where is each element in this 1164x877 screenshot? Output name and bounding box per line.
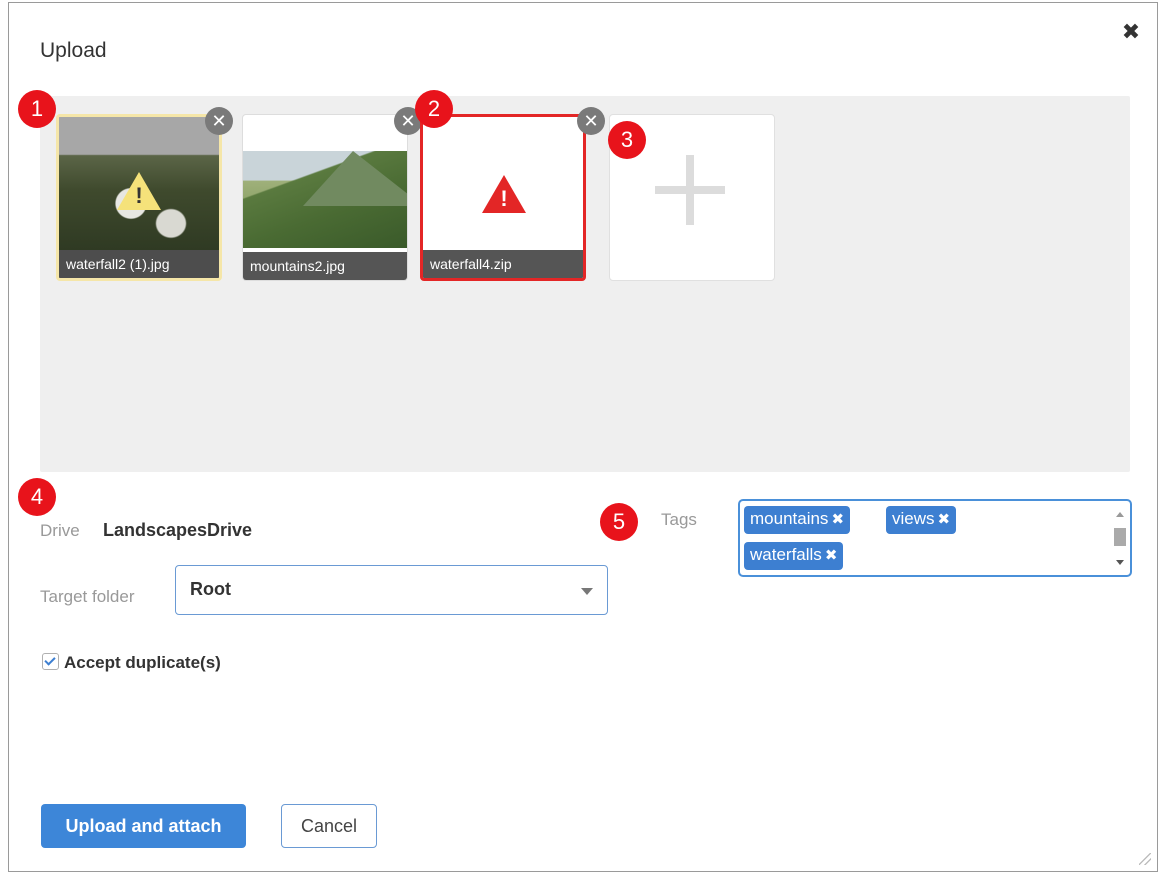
target-folder-label: Target folder bbox=[40, 587, 135, 606]
drive-label: Drive bbox=[40, 521, 80, 540]
file-dropzone[interactable]: ! waterfall2 (1).jpg ✕ mountains2.jpg ✕ … bbox=[40, 96, 1130, 472]
target-folder-value: Root bbox=[190, 579, 231, 599]
accept-duplicates-label: Accept duplicate(s) bbox=[64, 653, 221, 672]
accept-duplicates-row[interactable]: Accept duplicate(s) bbox=[42, 653, 221, 673]
file-tile-3[interactable]: ! waterfall4.zip bbox=[420, 114, 586, 281]
file-name: mountains2.jpg bbox=[243, 252, 407, 280]
cancel-button[interactable]: Cancel bbox=[281, 804, 377, 848]
tag-label: mountains bbox=[750, 509, 829, 528]
remove-file-button[interactable]: ✕ bbox=[205, 107, 233, 135]
mountain-peak bbox=[303, 151, 407, 206]
tag-label: waterfalls bbox=[750, 545, 822, 564]
drive-value: LandscapesDrive bbox=[103, 520, 253, 540]
target-folder-select[interactable]: Root bbox=[175, 565, 608, 615]
upload-dialog: Upload ✖ ! waterfall2 (1).jpg ✕ mountain… bbox=[8, 2, 1158, 872]
error-icon-mark: ! bbox=[500, 186, 508, 211]
scroll-up-icon[interactable] bbox=[1116, 512, 1124, 517]
upload-and-attach-button[interactable]: Upload and attach bbox=[41, 804, 246, 848]
tag-chip: mountains ✖ bbox=[744, 506, 851, 534]
dialog-title: Upload bbox=[40, 39, 107, 62]
file-tile-2[interactable]: mountains2.jpg bbox=[242, 114, 408, 281]
tag-chip: views ✖ bbox=[886, 506, 957, 534]
callout-marker-3: 3 bbox=[608, 121, 646, 159]
callout-marker-4: 4 bbox=[18, 478, 56, 516]
callout-marker-1: 1 bbox=[18, 90, 56, 128]
remove-file-button[interactable]: ✕ bbox=[577, 107, 605, 135]
file-tile-1[interactable]: ! waterfall2 (1).jpg bbox=[56, 114, 222, 281]
close-icon[interactable]: ✖ bbox=[1120, 21, 1142, 43]
callout-marker-5: 5 bbox=[600, 503, 638, 541]
tags-label: Tags bbox=[661, 510, 697, 529]
remove-tag-icon[interactable]: ✖ bbox=[938, 511, 951, 528]
scroll-thumb[interactable] bbox=[1114, 528, 1126, 546]
remove-tag-icon[interactable]: ✖ bbox=[825, 547, 838, 564]
chevron-down-icon bbox=[581, 588, 593, 595]
tags-scrollbar[interactable] bbox=[1112, 504, 1128, 574]
tag-label: views bbox=[892, 509, 935, 528]
remove-tag-icon[interactable]: ✖ bbox=[831, 511, 844, 528]
accept-duplicates-checkbox[interactable] bbox=[42, 653, 59, 670]
callout-marker-2: 2 bbox=[415, 90, 453, 128]
tags-input[interactable]: mountains ✖ views ✖ waterfalls ✖ bbox=[738, 499, 1132, 577]
file-name: waterfall4.zip bbox=[423, 250, 583, 278]
file-name: waterfall2 (1).jpg bbox=[59, 250, 219, 278]
scroll-down-icon[interactable] bbox=[1116, 560, 1124, 565]
plus-icon bbox=[655, 155, 725, 225]
tag-chip: waterfalls ✖ bbox=[744, 542, 844, 570]
warning-icon-mark: ! bbox=[135, 183, 143, 208]
resize-grip-icon[interactable] bbox=[1139, 853, 1151, 865]
